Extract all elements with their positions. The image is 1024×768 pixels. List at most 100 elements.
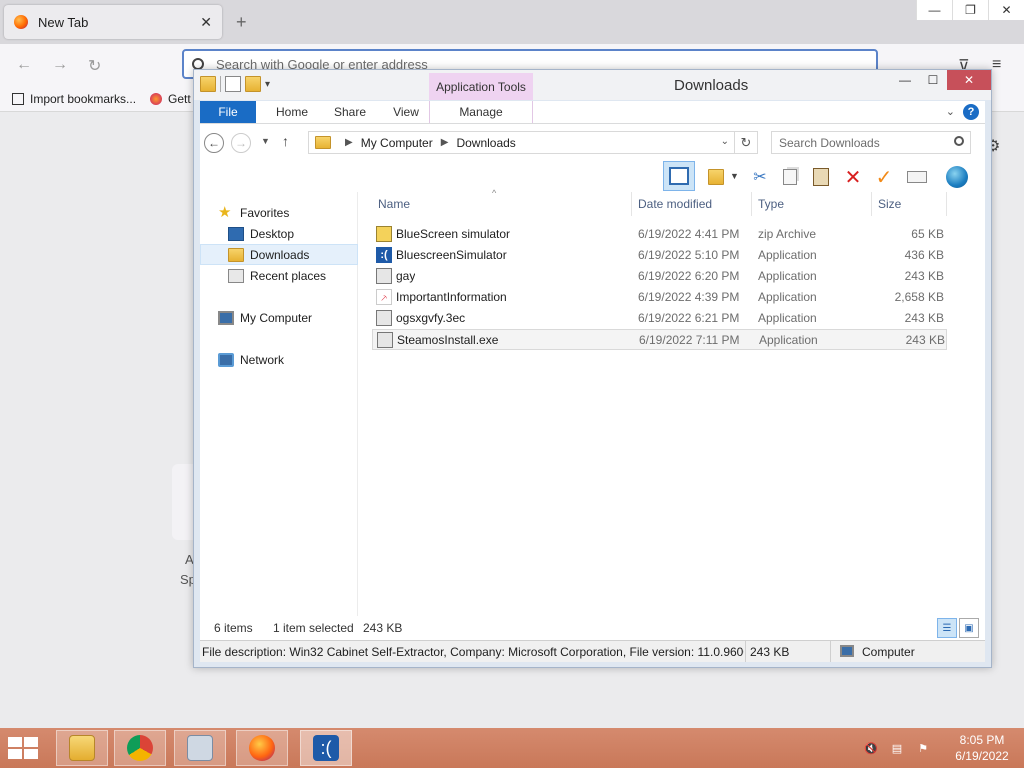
bookmark-getting-started[interactable]: Gett: [150, 92, 191, 106]
breadcrumb-downloads[interactable]: Downloads: [456, 136, 515, 150]
nav-favorites[interactable]: ★ Favorites: [200, 202, 358, 223]
column-type[interactable]: Type: [752, 192, 872, 216]
tab-new-tab[interactable]: New Tab ✕: [4, 5, 222, 39]
taskbar-chrome[interactable]: [114, 730, 166, 766]
reload-icon[interactable]: ↻: [88, 56, 101, 76]
file-type: Application: [758, 269, 817, 283]
back-button[interactable]: ←: [204, 133, 224, 153]
clock[interactable]: 8:05 PM 6/19/2022: [940, 732, 1024, 764]
globe-icon[interactable]: [944, 164, 970, 190]
nav-downloads[interactable]: Downloads: [200, 244, 358, 265]
large-icons-view-icon[interactable]: ▣: [959, 618, 979, 638]
column-name[interactable]: Name: [372, 192, 632, 216]
preview-pane-button[interactable]: [663, 161, 695, 191]
file-type: Application: [758, 290, 817, 304]
taskbar-calculator[interactable]: [174, 730, 226, 766]
nav-network[interactable]: Network: [200, 349, 358, 370]
nav-label: Desktop: [250, 226, 295, 241]
ribbon-tabs: File Home Share View Manage ⌄ ?: [200, 101, 985, 124]
expand-ribbon-icon[interactable]: ⌄: [946, 105, 955, 118]
tab-share[interactable]: Share: [322, 101, 378, 123]
menu-icon[interactable]: ≡: [992, 56, 1001, 74]
taskbar-firefox[interactable]: [236, 730, 288, 766]
rename-glyph: [907, 171, 927, 183]
bookmark-label: Import bookmarks...: [30, 92, 137, 106]
file-type: Application: [758, 248, 817, 262]
cut-icon[interactable]: ✂: [747, 164, 773, 190]
pdf-app-icon: ⸕: [376, 289, 392, 305]
paste-icon[interactable]: [808, 164, 834, 190]
search-downloads-input[interactable]: Search Downloads: [771, 131, 971, 154]
tab-home[interactable]: Home: [264, 101, 320, 123]
folder-options-button[interactable]: [703, 164, 729, 190]
close-tab-icon[interactable]: ✕: [200, 14, 212, 31]
folder-icon[interactable]: [200, 76, 216, 92]
file-description: File description: Win32 Cabinet Self-Ext…: [202, 645, 744, 659]
explorer-window-controls: — ☐ ✕: [891, 70, 991, 90]
chevron-down-icon[interactable]: ▼: [730, 171, 739, 181]
folder-check-icon: [708, 169, 724, 185]
file-row[interactable]: ogsxgvfy.3ec 6/19/2022 6:21 PM Applicati…: [372, 308, 947, 329]
firefox-icon: [14, 15, 28, 29]
refresh-icon[interactable]: ↻: [734, 131, 758, 154]
column-date-modified[interactable]: Date modified: [632, 192, 752, 216]
checkmark-icon[interactable]: ✓: [871, 164, 897, 190]
new-folder-icon[interactable]: [245, 76, 261, 92]
back-arrow-icon[interactable]: ←: [16, 56, 32, 74]
details-view-icon[interactable]: ☰: [937, 618, 957, 638]
maximize-button[interactable]: ☐: [919, 70, 947, 90]
address-row: ← → ▼ ↑ ▶ My Computer ▶ Downloads ⌄ ↻ Se…: [200, 124, 985, 160]
file-row-selected[interactable]: SteamosInstall.exe 6/19/2022 7:11 PM App…: [372, 329, 947, 350]
forward-button[interactable]: →: [231, 133, 251, 153]
nav-desktop[interactable]: Desktop: [200, 223, 358, 244]
tab-file[interactable]: File: [200, 101, 256, 123]
recent-places-icon: [228, 268, 244, 283]
properties-icon[interactable]: [225, 76, 241, 92]
copy-icon[interactable]: [777, 164, 803, 190]
chevron-down-icon[interactable]: ⌄: [721, 136, 729, 147]
chrome-icon: [127, 735, 153, 761]
taskbar-bluescreen-simulator[interactable]: :(: [300, 730, 352, 766]
selection-size: 243 KB: [363, 621, 403, 635]
network-icon[interactable]: ▤: [888, 740, 906, 756]
forward-arrow-icon[interactable]: →: [52, 56, 68, 74]
breadcrumb-my-computer[interactable]: My Computer: [361, 136, 433, 150]
minimize-button[interactable]: —: [916, 0, 952, 20]
delete-icon[interactable]: ✕: [840, 164, 866, 190]
minimize-button[interactable]: —: [891, 70, 919, 90]
bluescreen-icon: :(: [313, 735, 339, 761]
file-size: 436 KB: [904, 248, 944, 262]
chevron-down-icon[interactable]: ▾: [265, 79, 270, 90]
up-arrow-icon[interactable]: ↑: [282, 133, 289, 149]
close-button[interactable]: ✕: [988, 0, 1024, 20]
file-row[interactable]: :( BluescreenSimulator 6/19/2022 5:10 PM…: [372, 245, 947, 266]
nav-label: Recent places: [250, 268, 327, 283]
nav-recent-places[interactable]: Recent places: [200, 265, 358, 286]
volume-muted-icon[interactable]: 🔇: [862, 740, 880, 756]
globe-glyph: [946, 166, 968, 188]
taskbar-file-explorer[interactable]: [56, 730, 108, 766]
file-row[interactable]: BlueScreen simulator 6/19/2022 4:41 PM z…: [372, 224, 947, 245]
computer-folder-icon: [315, 136, 331, 149]
recent-locations-icon[interactable]: ▼: [261, 136, 270, 146]
column-size[interactable]: Size: [872, 192, 947, 216]
windows-start-icon[interactable]: [8, 737, 38, 759]
new-tab-button[interactable]: +: [236, 12, 247, 33]
file-row[interactable]: gay 6/19/2022 6:20 PM Application 243 KB: [372, 266, 947, 287]
file-row[interactable]: ⸕ ImportantInformation 6/19/2022 4:39 PM…: [372, 287, 947, 308]
quick-access-toolbar: ▾: [200, 76, 270, 92]
divider: [745, 641, 746, 662]
action-center-icon[interactable]: ⚑: [914, 740, 932, 756]
address-bar[interactable]: ▶ My Computer ▶ Downloads ⌄ ↻: [308, 131, 758, 154]
close-button[interactable]: ✕: [947, 70, 991, 90]
tab-view[interactable]: View: [378, 101, 434, 123]
divider: [220, 76, 221, 92]
help-icon[interactable]: ?: [963, 104, 979, 120]
file-type: zip Archive: [758, 227, 817, 241]
tab-manage[interactable]: Manage: [429, 101, 533, 123]
rename-icon[interactable]: [904, 164, 930, 190]
clock-date: 6/19/2022: [955, 749, 1009, 763]
bookmark-import[interactable]: Import bookmarks...: [12, 92, 136, 106]
nav-my-computer[interactable]: My Computer: [200, 307, 358, 328]
restore-button[interactable]: ❐: [952, 0, 988, 20]
